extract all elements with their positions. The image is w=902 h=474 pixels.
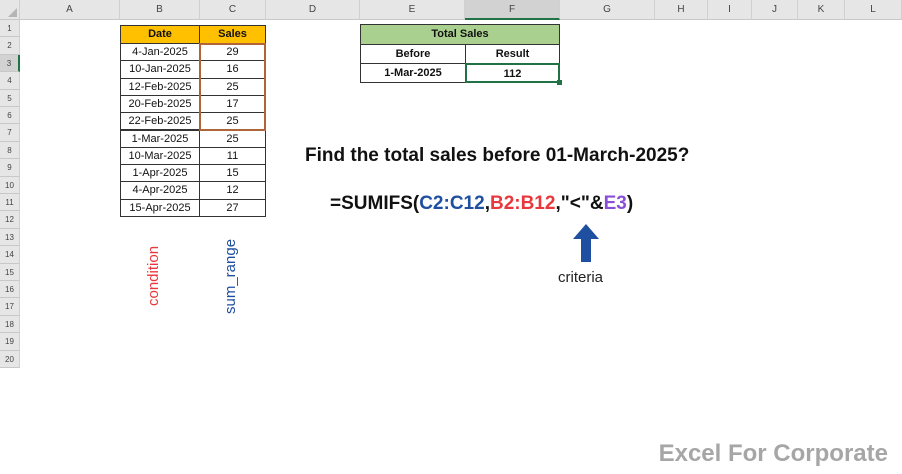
date-cell[interactable]: 4-Jan-2025 xyxy=(120,43,200,62)
criteria-label: criteria xyxy=(558,269,604,286)
column-header[interactable]: G xyxy=(560,0,655,20)
row-header[interactable]: 3 xyxy=(0,54,20,73)
sales-cell[interactable]: 25 xyxy=(199,129,266,148)
column-header[interactable]: I xyxy=(708,0,752,20)
column-header[interactable]: H xyxy=(655,0,708,20)
row-header[interactable]: 11 xyxy=(0,194,20,212)
watermark-logo: Excel For Corporate xyxy=(658,440,888,467)
column-header[interactable]: B xyxy=(120,0,200,20)
fill-handle[interactable] xyxy=(557,80,562,85)
sales-cell[interactable]: 12 xyxy=(199,181,266,200)
date-cell[interactable]: 1-Mar-2025 xyxy=(120,129,200,148)
sales-cell[interactable]: 25 xyxy=(199,112,266,131)
row-header[interactable]: 8 xyxy=(0,141,20,160)
row-header[interactable]: 13 xyxy=(0,228,20,247)
sales-cell[interactable]: 29 xyxy=(199,43,266,62)
formula-criteria-ref: E3 xyxy=(603,193,627,214)
total-sales-title[interactable]: Total Sales xyxy=(360,24,560,45)
column-header[interactable]: J xyxy=(752,0,798,20)
date-cell[interactable]: 10-Jan-2025 xyxy=(120,60,200,79)
row-header[interactable]: 18 xyxy=(0,315,20,334)
header-cell-result[interactable]: Result xyxy=(465,44,560,64)
column-header[interactable]: F xyxy=(465,0,560,20)
sales-cell[interactable]: 25 xyxy=(199,77,266,96)
sales-cell[interactable]: 17 xyxy=(199,94,266,114)
sales-cell[interactable]: 11 xyxy=(199,146,266,166)
column-header[interactable]: L xyxy=(845,0,902,20)
column-header[interactable]: D xyxy=(266,0,360,20)
header-cell-sales[interactable]: Sales xyxy=(199,25,266,44)
row-header[interactable]: 12 xyxy=(0,211,20,229)
formula-criteria-range: B2:B12 xyxy=(489,193,556,214)
sales-cell[interactable]: 16 xyxy=(199,60,266,79)
formula-prefix: =SUMIFS( xyxy=(330,193,420,214)
date-cell[interactable]: 22-Feb-2025 xyxy=(120,112,200,131)
date-cell[interactable]: 12-Feb-2025 xyxy=(120,77,200,96)
row-header[interactable]: 16 xyxy=(0,281,20,299)
row-header[interactable]: 17 xyxy=(0,298,20,316)
row-header[interactable]: 10 xyxy=(0,176,20,194)
sales-cell[interactable]: 15 xyxy=(199,164,266,183)
formula-suffix: ) xyxy=(626,193,634,214)
select-all-corner[interactable] xyxy=(0,0,20,20)
sales-cell[interactable]: 27 xyxy=(199,198,266,217)
date-cell[interactable]: 10-Mar-2025 xyxy=(120,146,200,166)
row-header[interactable]: 4 xyxy=(0,72,20,90)
column-header[interactable]: K xyxy=(798,0,845,20)
header-cell-date[interactable]: Date xyxy=(120,25,200,44)
row-header[interactable]: 6 xyxy=(0,107,20,125)
row-header[interactable]: 7 xyxy=(0,124,20,142)
date-cell[interactable]: 4-Apr-2025 xyxy=(120,181,200,200)
row-header[interactable]: 2 xyxy=(0,37,20,55)
arrow-up-icon xyxy=(573,224,599,262)
row-header[interactable]: 14 xyxy=(0,246,20,264)
before-date-cell[interactable]: 1-Mar-2025 xyxy=(360,63,466,83)
formula-operator: ,"<"& xyxy=(555,193,604,214)
column-header[interactable]: C xyxy=(200,0,266,20)
column-header[interactable]: E xyxy=(360,0,465,20)
row-header[interactable]: 19 xyxy=(0,333,20,351)
sum-range-label: sum_range xyxy=(222,238,239,314)
header-cell-before[interactable]: Before xyxy=(360,44,466,64)
formula-sum-range: C2:C12 xyxy=(419,193,485,214)
result-cell-selected[interactable]: 112 xyxy=(465,63,560,83)
row-header[interactable]: 9 xyxy=(0,159,20,177)
row-header[interactable]: 15 xyxy=(0,263,20,281)
condition-label: condition xyxy=(145,245,162,306)
date-cell[interactable]: 20-Feb-2025 xyxy=(120,94,200,114)
row-header[interactable]: 20 xyxy=(0,350,20,368)
question-text: Find the total sales before 01-March-202… xyxy=(305,145,690,166)
date-cell[interactable]: 15-Apr-2025 xyxy=(120,198,200,217)
formula-text: =SUMIFS(C2:C12,B2:B12,"<"&E3) xyxy=(330,193,633,215)
row-header[interactable]: 1 xyxy=(0,20,20,38)
row-header[interactable]: 5 xyxy=(0,89,20,107)
column-header[interactable]: A xyxy=(20,0,120,20)
date-cell[interactable]: 1-Apr-2025 xyxy=(120,164,200,183)
